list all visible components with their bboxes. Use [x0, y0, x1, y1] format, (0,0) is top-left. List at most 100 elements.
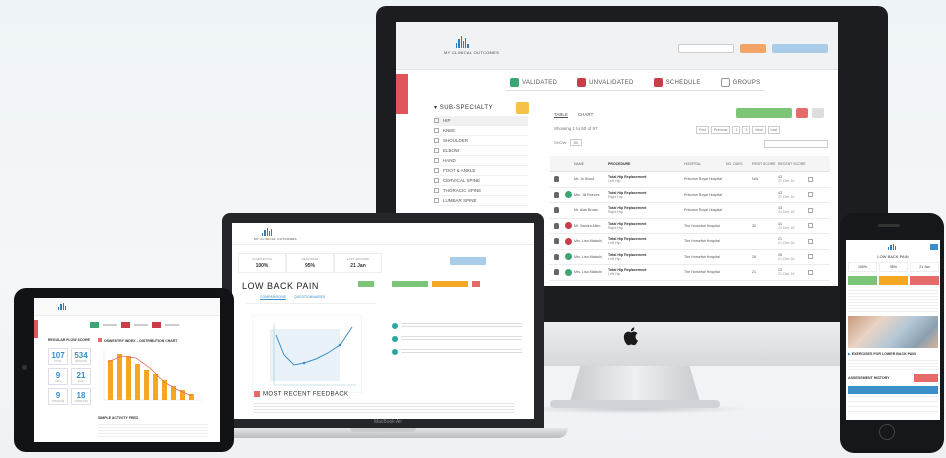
tab-schedule[interactable]: SCHEDULE: [650, 76, 705, 89]
specialty-item[interactable]: KNEE: [434, 126, 528, 136]
row-checkbox[interactable]: [808, 223, 813, 229]
table-row[interactable]: Mrs. Lisa Malachi Total Hip Replacement Le…: [550, 234, 830, 250]
tab-table[interactable]: TABLE: [554, 112, 568, 118]
kpi-label: LAST UPDATED: [346, 257, 370, 261]
assessment-button[interactable]: [914, 374, 938, 382]
specialty-item[interactable]: SHOULDER: [434, 136, 528, 146]
specialty-item[interactable]: ELBOW: [434, 146, 528, 156]
validated-icon[interactable]: [90, 322, 99, 328]
pager-button[interactable]: Next: [752, 126, 766, 134]
specialty-checkbox[interactable]: [434, 138, 439, 143]
calendar-icon[interactable]: [152, 322, 161, 328]
table-row[interactable]: Mrs. Jill Reeves Total Hip Replacement Rig…: [550, 188, 830, 203]
specialty-checkbox[interactable]: [434, 118, 439, 123]
apple-logo-icon: [623, 327, 638, 346]
specialty-item[interactable]: LUMBAR SPINE: [434, 196, 528, 206]
specialty-item[interactable]: HAND: [434, 156, 528, 166]
export-button[interactable]: [736, 108, 792, 118]
specialty-checkbox[interactable]: [434, 128, 439, 133]
specialty-item[interactable]: CERVICAL SPINE: [434, 176, 528, 186]
first-score-cell: 26: [752, 254, 756, 259]
specialty-checkbox[interactable]: [434, 198, 439, 203]
delete-button[interactable]: [910, 276, 939, 285]
page-size-select[interactable]: 50: [569, 139, 583, 146]
specialty-checkbox[interactable]: [434, 178, 439, 183]
kpi-card: RESPONSE 95%: [286, 253, 334, 273]
column-header[interactable]: HOSPITAL: [684, 162, 726, 166]
stat-card[interactable]: 18 COMPLETE: [71, 388, 91, 405]
table-row[interactable]: Mr. Alan Brown Total Hip Replacement Right…: [550, 203, 830, 219]
filter-gear-button[interactable]: [516, 102, 529, 114]
pager-button[interactable]: First: [696, 126, 709, 134]
logo-text: MY CLINICAL OUTCOMES: [444, 50, 500, 55]
menu-button[interactable]: [930, 244, 938, 250]
feedback-side-tab[interactable]: [396, 74, 408, 114]
column-header[interactable]: NAME: [574, 162, 608, 166]
tab-comparisons[interactable]: COMPARISONS: [260, 295, 286, 300]
unvalidated-icon[interactable]: [121, 322, 130, 328]
specialty-list: HIP KNEE SHOULDER ELBOW HAND FOOT & ANKLE CERV…: [434, 116, 528, 206]
search-input[interactable]: [678, 44, 734, 53]
row-checkbox[interactable]: [808, 176, 813, 182]
specialty-item[interactable]: HIP: [434, 116, 528, 126]
orange-action-button[interactable]: [740, 44, 766, 53]
column-header[interactable]: FIRST SCORE: [752, 162, 778, 166]
specialty-item[interactable]: FOOT & ANKLE: [434, 166, 528, 176]
divider: [246, 303, 376, 304]
phone-home-button[interactable]: [879, 424, 895, 440]
stat-label: PATIENTS: [75, 359, 87, 363]
tab-label: [134, 324, 148, 326]
tab-chart[interactable]: CHART: [578, 112, 593, 118]
stat-card[interactable]: 534 PATIENTS: [71, 348, 91, 365]
row-checkbox[interactable]: [808, 192, 813, 198]
folder-button[interactable]: [796, 108, 808, 118]
row-checkbox[interactable]: [808, 238, 813, 244]
options-button[interactable]: [812, 108, 824, 118]
procedure-side: Right Hip: [608, 194, 623, 199]
show-label: SHOW: [554, 140, 567, 145]
pager-button[interactable]: 1: [732, 126, 741, 134]
tab-unvalidated[interactable]: UNVALIDATED: [573, 76, 637, 89]
specialty-checkbox[interactable]: [434, 168, 439, 173]
specialty-checkbox[interactable]: [434, 148, 439, 153]
specialty-item[interactable]: THORACIC SPINE: [434, 186, 528, 196]
column-header[interactable]: NO. DAYS: [726, 162, 752, 166]
update-button[interactable]: [450, 257, 486, 265]
tab-questionnaires[interactable]: QUESTIONNAIRES: [294, 295, 325, 300]
row-checkbox[interactable]: [808, 269, 813, 275]
schedule-button[interactable]: [432, 281, 468, 287]
validate-button[interactable]: [848, 276, 877, 285]
stat-card[interactable]: 9 NEW: [48, 368, 68, 385]
pager-button[interactable]: Previous: [710, 126, 731, 134]
tablet-side-tab[interactable]: [34, 320, 38, 338]
column-header[interactable]: PROCEDURE: [608, 162, 684, 166]
row-checkbox[interactable]: [808, 254, 813, 260]
delete-button[interactable]: [472, 281, 480, 287]
table-row[interactable]: Mr. Jo Wood Total Hip Replacement Left Hip…: [550, 172, 830, 188]
stats-grid: 107 TOTAL 534 PATIENTS 9 NEW 21 DUE 9 OVERDUE 18 CO…: [48, 348, 91, 405]
table-row[interactable]: Mrs. Lisa Malachi Total Hip Replacement Le…: [550, 250, 830, 265]
schedule-button[interactable]: [879, 276, 908, 285]
tab-groups[interactable]: GROUPS: [717, 76, 765, 89]
stat-card[interactable]: 9 OVERDUE: [48, 388, 68, 405]
tab-validated[interactable]: VALIDATED: [506, 76, 561, 89]
table-row[interactable]: Mr. Sandra Allen Total Hip Replacement Rig…: [550, 219, 830, 234]
table-search-input[interactable]: [764, 140, 828, 148]
stat-card[interactable]: 107 TOTAL: [48, 348, 68, 365]
status-pill-green[interactable]: [358, 281, 374, 287]
stat-card[interactable]: 21 DUE: [71, 368, 91, 385]
specialty-checkbox[interactable]: [434, 188, 439, 193]
blue-action-button[interactable]: [772, 44, 828, 53]
pager-button[interactable]: Last: [767, 126, 781, 134]
row-checkbox[interactable]: [808, 207, 813, 213]
specialty-checkbox[interactable]: [434, 158, 439, 163]
subspecialty-heading[interactable]: ▾ SUB-SPECIALTY: [434, 104, 493, 111]
stat-label: COMPLETE: [74, 399, 88, 403]
table-row[interactable]: Mrs. Lisa Malachi Total Hip Replacement Le…: [550, 265, 830, 281]
recent-date: 21 Dec 16: [778, 241, 795, 246]
validate-button[interactable]: [392, 281, 428, 287]
pager-button[interactable]: 2: [742, 126, 751, 134]
patients-table: NAME PROCEDURE HOSPITAL NO. DAYS FIRST SCORE…: [550, 156, 830, 281]
hospital-cell: Princess Royal Hospital: [684, 208, 722, 213]
column-header[interactable]: RECENT SCORE: [778, 162, 808, 166]
